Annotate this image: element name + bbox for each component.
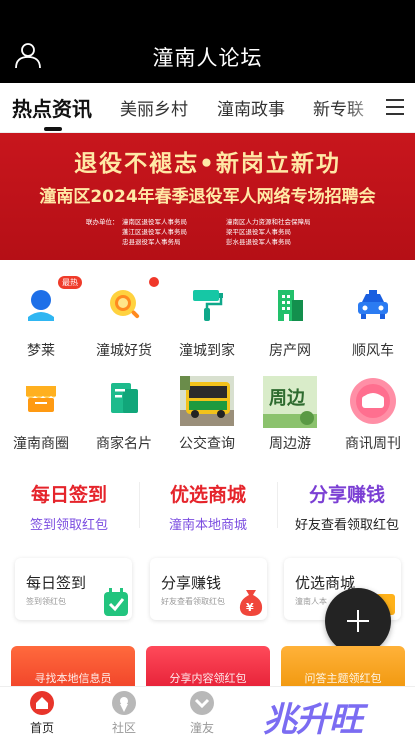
nav-home[interactable]: 首页 (12, 687, 72, 739)
grid-item-tongnan-business[interactable]: 潼南商圈 (6, 380, 76, 460)
grid-item-tongcheng-goods[interactable]: 潼城好货 (89, 287, 159, 367)
watermark-logo: 兆升旺 (263, 700, 363, 739)
store-icon (23, 380, 59, 416)
tab-bar: 热点资讯 美丽乡村 潼南政事 新专联 (0, 83, 415, 133)
grid-item-real-estate[interactable]: 房产网 (255, 287, 325, 367)
grid-item-label: 潼城到家 (179, 343, 235, 359)
promo-share-earn[interactable]: 分享赚钱 好友查看领取红包 (285, 480, 409, 533)
banner-organizers: 联办单位： 潼南区退役军人事务局 潼南区人力资源和社会保障局 蓬江区退役军人事务… (86, 217, 366, 247)
promo-selected-mall[interactable]: 优选商城 潼南本地商城 (147, 480, 269, 533)
strip-local-informer[interactable]: 寻找本地信息员 (11, 646, 135, 686)
building-icon (272, 287, 308, 323)
paint-roller-icon (189, 287, 225, 323)
grid-item-label: 公交查询 (179, 436, 235, 452)
card-title: 每日签到 (26, 574, 87, 592)
friends-icon (189, 690, 215, 716)
organizer-item: 潼南区人力资源和社会保障局 (226, 218, 311, 226)
promo-title: 每日签到 (30, 484, 107, 506)
organizer-label: 联办单位： (86, 218, 119, 226)
notification-dot (149, 277, 159, 287)
grid-item-label: 商家名片 (96, 436, 152, 452)
home-icon (29, 690, 55, 716)
card-subtitle: 潼南人本 (295, 597, 327, 606)
card-daily-signin[interactable]: 每日签到 签到领红包 (15, 558, 132, 620)
promo-daily-signin[interactable]: 每日签到 签到领取红包 (8, 480, 130, 533)
bus-photo-icon (180, 376, 234, 426)
grid-item-carpool[interactable]: 顺风车 (338, 287, 408, 367)
grid-item-label: 顺风车 (352, 343, 394, 359)
card-subtitle: 签到领红包 (26, 597, 66, 606)
grid-item-menglai[interactable]: 梦莱 (6, 287, 76, 367)
card-title: 分享赚钱 (161, 574, 222, 592)
promo-title: 优选商城 (169, 484, 246, 506)
grid-item-label: 潼城好货 (96, 343, 152, 359)
grid-item-business-card[interactable]: 商家名片 (89, 380, 159, 460)
organizer-item: 忠县退役军人事务局 (122, 238, 181, 246)
organizer-item: 梁平区退役军人事务局 (226, 228, 291, 236)
tab-hot-news[interactable]: 热点资讯 (12, 93, 92, 122)
nav-label: 潼友 (189, 721, 214, 735)
grid-item-business-weekly[interactable]: 商讯周刊 (338, 376, 408, 456)
person-icon (23, 287, 59, 323)
strip-text: 寻找本地信息员 (34, 672, 112, 685)
news-icon (348, 376, 398, 426)
strip-text: 分享内容领红包 (169, 672, 247, 685)
grid-item-bus-query[interactable]: 公交查询 (172, 376, 242, 456)
svg-text:¥: ¥ (246, 601, 254, 614)
banner-subtitle: 潼南区2024年春季退役军人网络专场招聘会 (39, 187, 376, 207)
nav-friends[interactable]: 潼友 (172, 687, 232, 739)
money-bag-icon: ¥ (237, 586, 265, 616)
nav-community[interactable]: 社区 (94, 687, 154, 739)
promo-subtitle: 好友查看领取红包 (294, 518, 399, 533)
page-title: 潼南人论坛 (152, 46, 263, 70)
banner-title: 退役不褪志•新岗立新功 (74, 151, 341, 177)
promo-title: 分享赚钱 (308, 484, 385, 506)
divider (139, 482, 140, 528)
calendar-check-icon (102, 586, 130, 616)
recruitment-banner[interactable]: 退役不褪志•新岗立新功 潼南区2024年春季退役军人网络专场招聘会 联办单位： … (0, 133, 415, 260)
grid-item-label: 梦莱 (27, 343, 55, 359)
strip-text: 问答主题领红包 (304, 672, 382, 685)
organizer-item: 蓬江区退役军人事务局 (122, 228, 187, 236)
promo-subtitle: 潼南本地商城 (168, 518, 247, 533)
top-header: 潼南人论坛 (0, 0, 415, 83)
svg-text:周边: 周边 (269, 388, 306, 409)
location-pin-icon (111, 690, 137, 716)
grid-item-label: 商讯周刊 (345, 436, 401, 452)
card-subtitle: 好友查看领取红包 (161, 597, 225, 606)
tab-beautiful-village[interactable]: 美丽乡村 (120, 95, 188, 120)
card-icon (106, 380, 142, 416)
organizer-item: 彭水县退役军人事务局 (226, 238, 291, 246)
app-screen: 潼南人论坛 热点资讯 美丽乡村 潼南政事 新专联 退役不褪志•新岗立新功 潼南区… (0, 0, 415, 739)
grid-item-nearby-travel[interactable]: 周边 周边游 (255, 376, 325, 456)
travel-photo-icon: 周边 (263, 376, 317, 428)
grid-item-label: 潼南商圈 (13, 436, 69, 452)
grid-item-tongcheng-home[interactable]: 潼城到家 (172, 287, 242, 367)
card-share-earn[interactable]: 分享赚钱 好友查看领取红包 ¥ (150, 558, 267, 620)
strip-share-content[interactable]: 分享内容领红包 (146, 646, 270, 686)
nav-label: 社区 (111, 721, 136, 735)
tab-tongnan-politics[interactable]: 潼南政事 (217, 95, 285, 120)
organizer-item: 潼南区退役军人事务局 (122, 218, 187, 226)
menu-icon[interactable] (377, 83, 415, 131)
car-icon (355, 287, 391, 323)
add-post-button[interactable] (325, 588, 391, 654)
hot-badge: 最热 (58, 276, 82, 289)
tab-active-indicator (44, 127, 62, 131)
strip-qa-topic[interactable]: 问答主题领红包 (281, 646, 405, 686)
grid-item-label: 周边游 (269, 436, 311, 452)
divider (277, 482, 278, 528)
grid-item-label: 房产网 (269, 343, 311, 359)
nav-label: 首页 (29, 721, 54, 735)
search-bag-icon (106, 287, 142, 323)
promo-subtitle: 签到领取红包 (29, 518, 108, 533)
